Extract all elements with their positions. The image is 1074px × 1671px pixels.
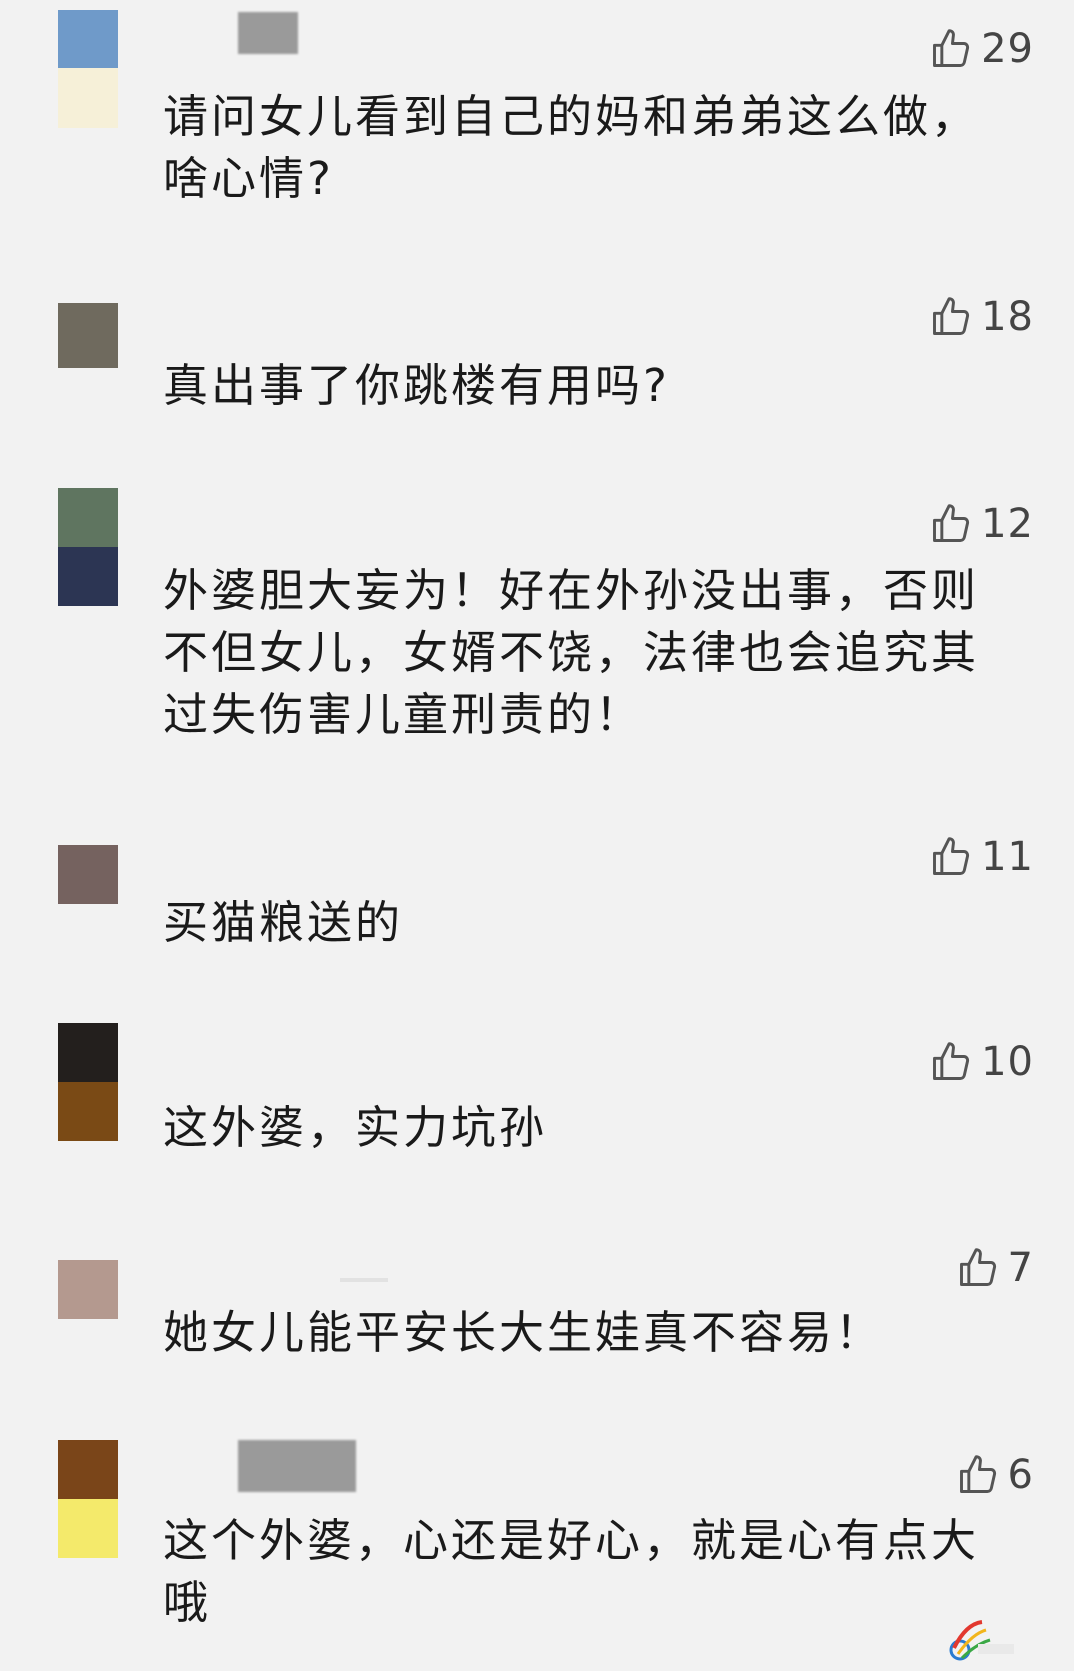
like-button[interactable]: 10 <box>929 1035 1034 1089</box>
avatar[interactable] <box>58 1023 118 1141</box>
like-count: 29 <box>981 26 1034 72</box>
comment-text: 这个外婆，心还是好心，就是心有点大 哦 <box>163 1510 1013 1634</box>
avatar[interactable] <box>58 10 118 128</box>
comment-text-line: 她女儿能平安长大生娃真不容易！ <box>163 1306 884 1359</box>
comment-text-line: 这个外婆，心还是好心，就是心有点大 哦 <box>163 1514 980 1629</box>
avatar[interactable] <box>58 845 118 904</box>
like-button[interactable]: 12 <box>929 497 1034 551</box>
comment-text: 她女儿能平安长大生娃真不容易！ <box>163 1302 1013 1364</box>
avatar[interactable] <box>58 488 118 606</box>
comment-text: 外婆胆大妄为！好在外孙没出事，否则 不但女儿，女婿不饶，法律也会追究其 过失伤害… <box>163 560 1013 746</box>
thumbs-up-icon <box>929 27 973 71</box>
comment-text: 买猫粮送的 <box>163 892 1013 954</box>
username-redacted <box>238 1440 356 1492</box>
thumbs-up-icon <box>956 1453 1000 1497</box>
comment-text-line: 请问女儿看到自己的妈和弟弟这么做， 啥心情? <box>163 90 980 205</box>
comment-text-line: 外婆胆大妄为！好在外孙没出事，否则 不但女儿，女婿不饶，法律也会追究其 过失伤害… <box>163 564 980 741</box>
thumbs-up-icon <box>929 1040 973 1084</box>
like-button[interactable]: 7 <box>956 1241 1034 1295</box>
comment-text-line: 真出事了你跳楼有用吗? <box>163 359 670 412</box>
like-button[interactable]: 18 <box>929 290 1034 344</box>
like-count: 18 <box>981 294 1034 340</box>
thumbs-up-icon <box>929 835 973 879</box>
comment-text: 真出事了你跳楼有用吗? <box>163 355 1013 417</box>
like-count: 7 <box>1007 1245 1034 1291</box>
thumbs-up-icon <box>956 1246 1000 1290</box>
watermark-logo <box>948 1614 1018 1664</box>
like-button[interactable]: 11 <box>929 830 1034 884</box>
like-count: 11 <box>981 834 1034 880</box>
comment-text-line: 这外婆，实力坑孙 <box>163 1101 548 1154</box>
avatar[interactable] <box>58 303 118 368</box>
avatar[interactable] <box>58 1260 118 1319</box>
username-redacted <box>340 1278 388 1282</box>
thumbs-up-icon <box>929 295 973 339</box>
like-count: 12 <box>981 501 1034 547</box>
like-count: 6 <box>1007 1452 1034 1498</box>
like-button[interactable]: 29 <box>929 22 1034 76</box>
comment-text: 请问女儿看到自己的妈和弟弟这么做， 啥心情? <box>163 86 1013 210</box>
comment-text: 这外婆，实力坑孙 <box>163 1097 1013 1159</box>
username-redacted <box>238 12 298 54</box>
like-count: 10 <box>981 1039 1034 1085</box>
like-button[interactable]: 6 <box>956 1448 1034 1502</box>
comment-text-line: 买猫粮送的 <box>163 896 404 949</box>
thumbs-up-icon <box>929 502 973 546</box>
avatar[interactable] <box>58 1440 118 1558</box>
